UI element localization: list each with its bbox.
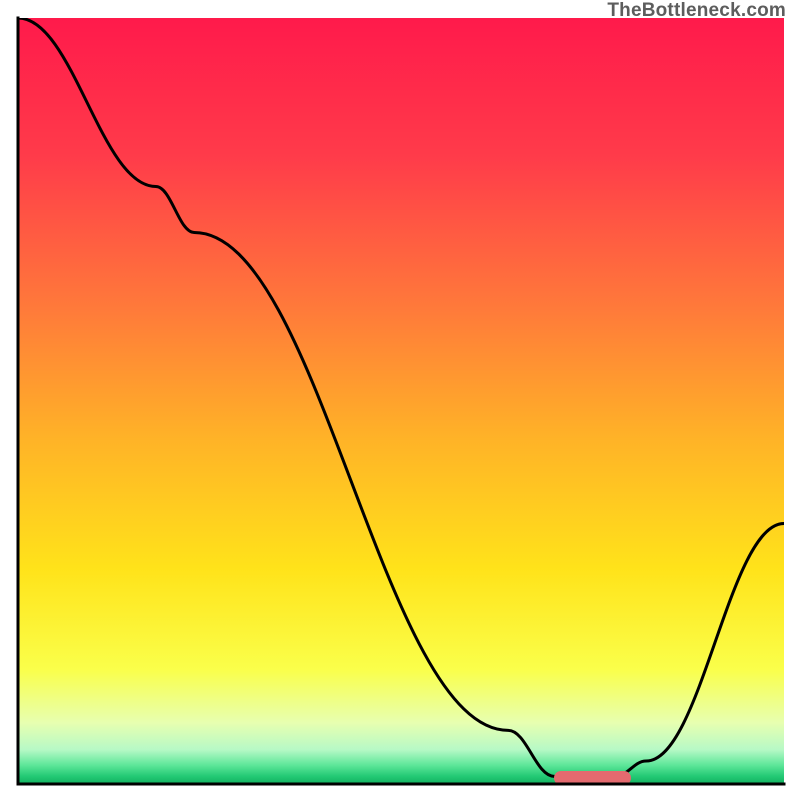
chart-stage: TheBottleneck.com [0,0,800,800]
optimal-range-marker [554,771,631,785]
bottleneck-curve [18,18,784,776]
watermark-text: TheBottleneck.com [607,0,786,22]
plot-area [18,18,784,784]
curve-layer [18,18,784,784]
